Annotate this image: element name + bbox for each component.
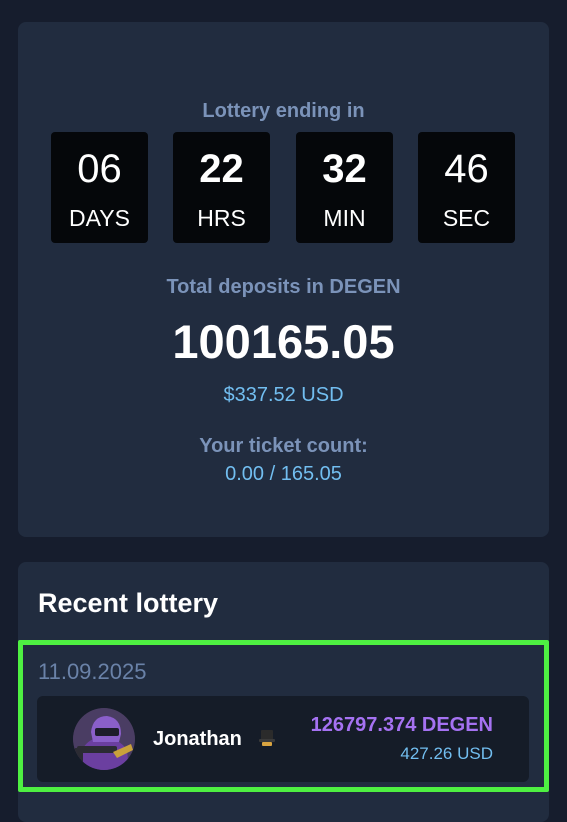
- countdown-days-value: 06: [77, 147, 122, 191]
- countdown-hours: 22 HRS: [173, 132, 270, 243]
- winner-avatar[interactable]: [73, 708, 135, 770]
- countdown-seconds: 46 SEC: [418, 132, 515, 243]
- countdown-minutes-unit: MIN: [323, 205, 366, 231]
- ticket-count-value: 0.00 / 165.05: [225, 463, 342, 485]
- recent-lottery-entry[interactable]: 11.09.2025 Jonathan 126797.374 DEGEN 427…: [18, 640, 549, 792]
- total-deposits-usd: $337.52 USD: [223, 384, 344, 406]
- winner-usd: 427.26 USD: [400, 744, 493, 763]
- winner-name: Jonathan: [153, 728, 242, 750]
- crown-icon: [258, 729, 276, 747]
- lottery-card: Lottery ending in 06 DAYS 22 HRS 32 MIN …: [18, 22, 549, 537]
- ticket-count-label: Your ticket count:: [199, 435, 368, 457]
- recent-lottery-card: Recent lottery 11.09.2025 Jonathan 12679…: [18, 562, 549, 822]
- entry-date: 11.09.2025: [38, 659, 147, 684]
- countdown-timer: 06 DAYS 22 HRS 32 MIN 46 SEC: [51, 132, 516, 243]
- countdown-minutes-value: 32: [322, 147, 367, 191]
- countdown-days-unit: DAYS: [69, 205, 130, 231]
- lottery-ending-label: Lottery ending in: [202, 100, 365, 122]
- winner-row[interactable]: Jonathan 126797.374 DEGEN 427.26 USD: [37, 696, 529, 782]
- countdown-hours-value: 22: [199, 147, 244, 191]
- winner-amount: 126797.374 DEGEN: [310, 714, 493, 736]
- countdown-minutes: 32 MIN: [296, 132, 393, 243]
- countdown-days: 06 DAYS: [51, 132, 148, 243]
- countdown-seconds-unit: SEC: [442, 205, 491, 231]
- total-deposits-label: Total deposits in DEGEN: [166, 276, 401, 298]
- countdown-hours-unit: HRS: [197, 205, 246, 231]
- recent-lottery-title: Recent lottery: [38, 588, 219, 618]
- countdown-seconds-value: 46: [444, 147, 489, 191]
- total-deposits-amount: 100165.05: [172, 315, 395, 368]
